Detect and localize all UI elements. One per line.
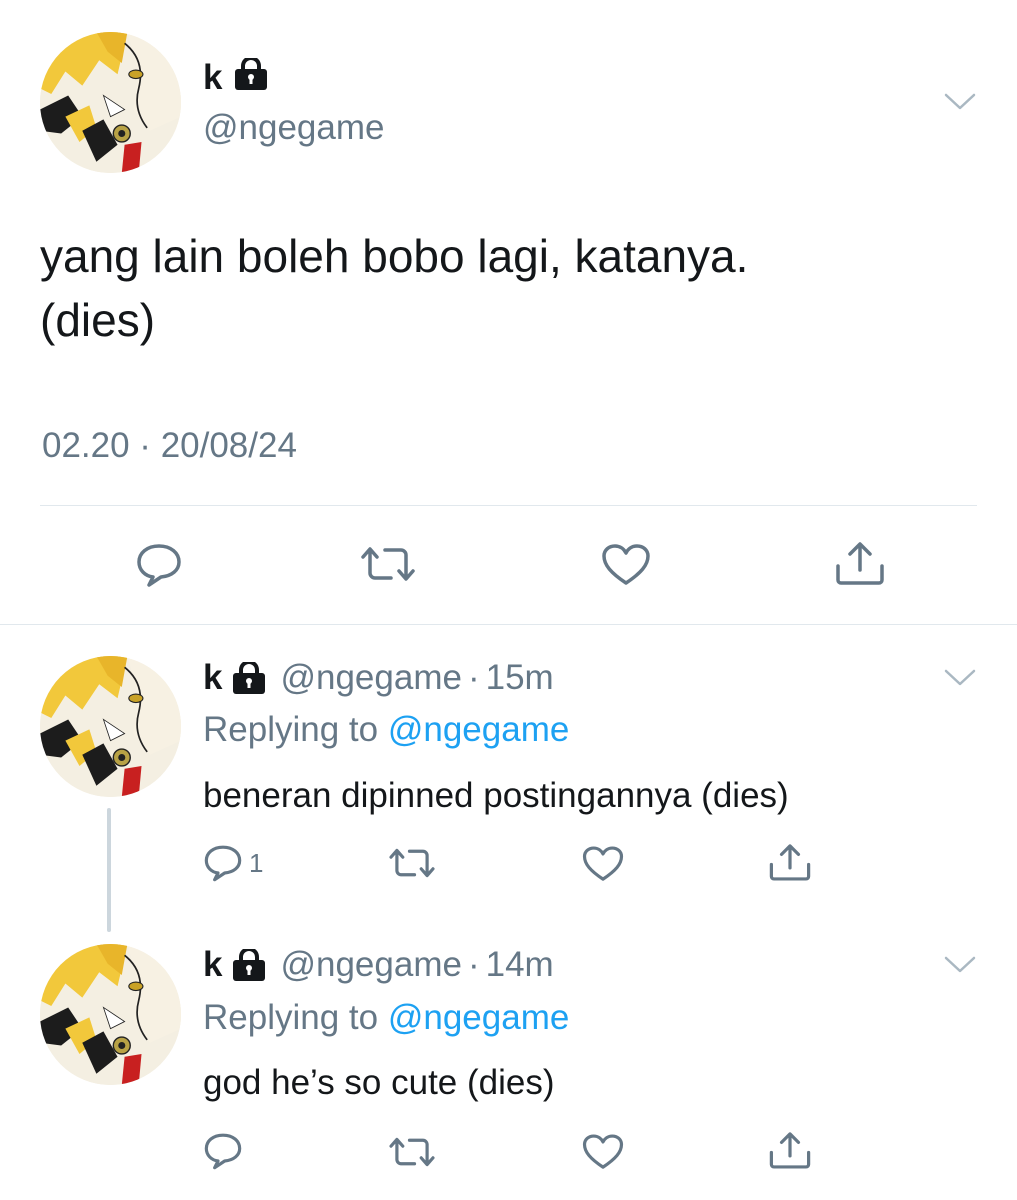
avatar-image xyxy=(40,32,181,173)
reply-count: 1 xyxy=(249,847,264,878)
chevron-down-icon[interactable] xyxy=(944,668,976,688)
divider xyxy=(0,624,1017,625)
display-name[interactable]: k xyxy=(203,947,222,982)
avatar-image xyxy=(40,656,181,797)
separator: · xyxy=(467,945,480,984)
comment-icon[interactable] xyxy=(135,543,183,587)
replying-to: Replying to @ngegame xyxy=(203,1000,569,1035)
relative-time[interactable]: 15m xyxy=(486,660,554,695)
replying-to-link[interactable]: @ngegame xyxy=(388,998,569,1037)
avatar[interactable] xyxy=(40,32,181,173)
tweet-text-line: (dies) xyxy=(40,294,156,346)
avatar[interactable] xyxy=(40,944,181,1085)
retweet-icon[interactable] xyxy=(357,543,419,585)
comment-icon[interactable] xyxy=(203,1132,243,1170)
tweet-text-line: yang lain boleh bobo lagi, katanya. xyxy=(40,230,749,282)
tweet-text: yang lain boleh bobo lagi, katanya. (die… xyxy=(40,224,970,352)
chevron-down-icon[interactable] xyxy=(944,955,976,975)
reply-text: god he’s so cute (dies) xyxy=(203,1063,555,1102)
avatar[interactable] xyxy=(40,656,181,797)
lock-icon xyxy=(232,948,266,981)
replying-to-label: Replying to xyxy=(203,710,379,749)
replying-to: Replying to @ngegame xyxy=(203,712,569,747)
separator: · xyxy=(467,658,480,697)
comment-button[interactable]: 1 xyxy=(203,844,263,882)
share-icon[interactable] xyxy=(768,1130,812,1170)
display-name-text: k xyxy=(203,57,223,97)
display-name[interactable]: k xyxy=(203,660,222,695)
reply-header: k @ngegame · 15m xyxy=(203,660,554,695)
handle[interactable]: @ngegame xyxy=(280,947,461,982)
retweet-icon[interactable] xyxy=(386,845,438,881)
divider xyxy=(40,505,977,506)
relative-time[interactable]: 14m xyxy=(486,947,554,982)
replying-to-label: Replying to xyxy=(203,998,379,1037)
heart-icon[interactable] xyxy=(601,543,651,587)
avatar-image xyxy=(40,944,181,1085)
replying-to-link[interactable]: @ngegame xyxy=(388,710,569,749)
chevron-down-icon[interactable] xyxy=(944,92,976,112)
lock-icon xyxy=(232,661,266,694)
thread-line xyxy=(107,808,111,932)
display-name[interactable]: k xyxy=(203,56,268,97)
handle[interactable]: @ngegame xyxy=(280,660,461,695)
comment-icon xyxy=(203,844,243,882)
handle[interactable]: @ngegame xyxy=(203,110,384,145)
lock-icon xyxy=(234,56,268,96)
share-icon[interactable] xyxy=(768,842,812,882)
timestamp[interactable]: 02.20 · 20/08/24 xyxy=(42,428,297,463)
reply-text: beneran dipinned postingannya (dies) xyxy=(203,776,789,815)
reply-header: k @ngegame · 14m xyxy=(203,947,554,982)
retweet-icon[interactable] xyxy=(386,1134,438,1170)
share-icon[interactable] xyxy=(834,540,886,586)
heart-icon[interactable] xyxy=(582,1133,624,1171)
heart-icon[interactable] xyxy=(582,845,624,883)
